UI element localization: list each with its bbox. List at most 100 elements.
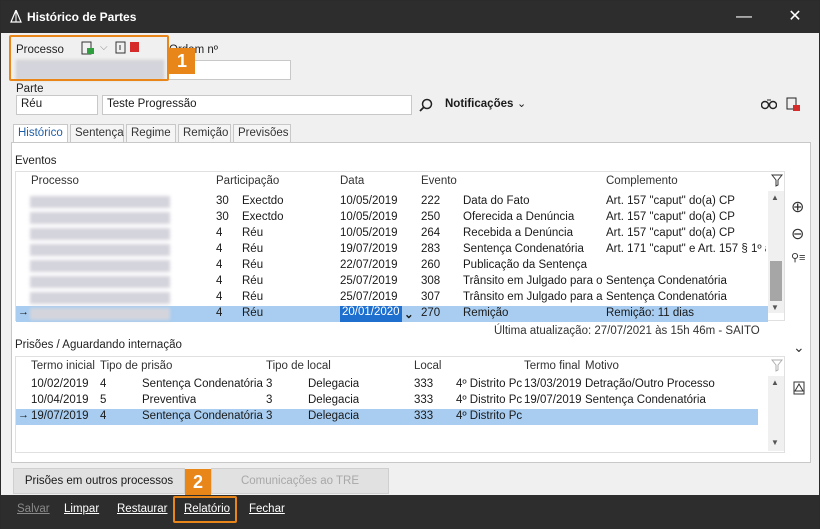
cell-ev-n: 264 — [421, 227, 441, 239]
processo-cell — [30, 276, 170, 288]
cell-tp-n: 4 — [100, 378, 107, 390]
cell-ev-n: 307 — [421, 291, 441, 303]
tab-historico[interactable]: Histórico — [13, 124, 68, 143]
cell-local: 4º Distrito Pc — [456, 410, 523, 422]
cell-ev-n: 250 — [421, 211, 441, 223]
cell-inicio: 19/07/2019 — [31, 410, 89, 422]
table-row[interactable]: 30 Exectdo 10/05/2019 250 Oferecida a Denúnc… — [16, 210, 768, 226]
cell-evento: Remição — [463, 307, 509, 319]
table-row[interactable]: 30 Exectdo 10/05/2019 222 Data do Fato Art. 1… — [16, 194, 768, 210]
cell-part-n: 4 — [216, 259, 223, 271]
window-title: Histórico de Partes — [27, 10, 137, 24]
cell-data: 22/07/2019 — [340, 259, 398, 271]
cell-ev-n: 260 — [421, 259, 441, 271]
close-button[interactable]: ✕ — [783, 7, 807, 27]
cell-tipo: Preventiva — [142, 394, 197, 406]
cell-comp: Art. 171 "caput" e Art. 157 § 1º an — [606, 243, 766, 255]
restaurar-button[interactable]: Restaurar — [117, 503, 168, 515]
eventos-label: Eventos — [15, 155, 57, 167]
cell-tlocal: Delegacia — [308, 410, 360, 422]
table-row[interactable]: 10/04/2019 5 Preventiva 3 Delegacia 333 4º Dis… — [16, 393, 758, 409]
cell-part-n: 4 — [216, 227, 223, 239]
cell-part-n: 4 — [216, 275, 223, 287]
table-row[interactable]: 4 Réu 22/07/2019 260 Publicação da Sentença — [16, 258, 768, 274]
minimize-button[interactable]: — — [732, 7, 756, 27]
cell-tlocal: Delegacia — [308, 394, 360, 406]
column-header[interactable]: Processo — [31, 175, 79, 187]
cell-evento: Oferecida a Denúncia — [463, 211, 575, 223]
cell-part: Exectdo — [242, 195, 284, 207]
eventos-scrollbar[interactable]: ▲ ▼ — [768, 191, 784, 313]
remove-icon[interactable]: ⊖ — [791, 224, 804, 244]
cell-data: 19/07/2019 — [340, 243, 398, 255]
fechar-button[interactable]: Fechar — [249, 503, 285, 515]
document-alert-icon[interactable] — [785, 96, 801, 112]
cell-evento: Data do Fato — [463, 195, 530, 207]
prisoes-label: Prisões / Aguardando internação — [15, 339, 182, 351]
cell-ev-n: 283 — [421, 243, 441, 255]
cell-fim: 19/07/2019 — [524, 394, 582, 406]
current-row-arrow-icon: → — [18, 409, 29, 421]
tab-remicao[interactable]: Remição — [178, 124, 231, 143]
action-bar: Salvar Limpar Restaurar Relatório Fechar — [1, 495, 819, 529]
prisoes-scrollbar[interactable]: ▲ ▼ — [768, 376, 784, 451]
filter-icon[interactable] — [771, 359, 783, 372]
parte-nome-input[interactable]: Teste Progressão — [102, 95, 412, 115]
table-row[interactable]: 10/02/2019 4 Sentença Condenatória 3 Delegac… — [16, 377, 758, 393]
handcuffs-icon[interactable] — [761, 97, 777, 111]
column-header[interactable]: Complemento — [606, 175, 678, 187]
scales-icon — [10, 10, 22, 23]
chevron-down-icon[interactable]: ⌄ — [404, 307, 414, 321]
column-header[interactable]: Participação — [216, 175, 279, 187]
comunicacoes-tre-button[interactable]: Comunicações ao TRE — [211, 468, 389, 494]
last-update-text: Última atualização: 27/07/2021 às 15h 46… — [494, 325, 760, 337]
cell-local: 4º Distrito Pc — [456, 394, 523, 406]
column-header[interactable]: Termo inicial — [31, 360, 95, 372]
parte-tipo-input[interactable]: Réu — [16, 95, 98, 115]
table-row[interactable]: 4 Réu 25/07/2019 308 Trânsito em Julgado par… — [16, 274, 768, 290]
cell-loc-n: 333 — [414, 378, 434, 390]
column-header[interactable]: Tipo de prisão — [100, 360, 172, 372]
cell-comp: Art. 157 "caput" do(a) CP — [606, 211, 735, 223]
tab-regime[interactable]: Regime — [126, 124, 176, 143]
filter-icon[interactable] — [771, 174, 783, 187]
column-header[interactable]: Local — [414, 360, 442, 372]
chevron-down-icon[interactable]: ⌄ — [517, 97, 526, 110]
cell-evento: Trânsito em Julgado para a — [463, 291, 603, 303]
table-row[interactable]: 4 Réu 10/05/2019 264 Recebida a Denúncia Art.… — [16, 226, 768, 242]
add-icon[interactable]: ⊕ — [791, 197, 804, 217]
step-badge-2: 2 — [185, 469, 211, 495]
highlight-box-1 — [9, 35, 169, 81]
double-chevron-down-icon[interactable]: ⌄ — [793, 339, 805, 356]
prisoes-grid: Termo inicial Tipo de prisão Tipo de loc… — [15, 356, 785, 453]
column-header[interactable]: Data — [340, 175, 364, 187]
column-header[interactable]: Motivo — [585, 360, 619, 372]
processo-cell — [30, 292, 170, 304]
table-row[interactable]: 4 Réu 25/07/2019 307 Trânsito em Julgado par… — [16, 290, 768, 306]
list-user-icon[interactable]: ⚲≡ — [791, 251, 805, 264]
cell-part-n: 30 — [216, 211, 229, 223]
processo-cell — [30, 196, 170, 208]
column-header[interactable]: Evento — [421, 175, 457, 187]
processo-cell — [30, 244, 170, 256]
cell-inicio: 10/04/2019 — [31, 394, 89, 406]
table-row[interactable]: 4 Réu 19/07/2019 283 Sentença Condenatória Ar… — [16, 242, 768, 258]
cell-part-n: 30 — [216, 195, 229, 207]
cell-part: Réu — [242, 243, 264, 255]
column-header[interactable]: Termo final — [524, 360, 580, 372]
cell-tipo: Sentença Condenatória — [142, 378, 263, 390]
column-header[interactable]: Tipo de local — [266, 360, 331, 372]
tab-previsoes[interactable]: Previsões — [233, 124, 291, 143]
salvar-button[interactable]: Salvar — [17, 503, 50, 515]
alert-document-icon[interactable] — [793, 379, 807, 395]
cell-data: 25/07/2019 — [340, 275, 398, 287]
prisoes-outros-button[interactable]: Prisões em outros processos — [13, 468, 185, 494]
cell-data[interactable]: 20/01/2020 — [340, 306, 402, 322]
table-row[interactable]: → 4 Réu 20/01/2020 270 Remição Remição: 11 dia… — [16, 306, 768, 322]
limpar-button[interactable]: Limpar — [64, 503, 99, 515]
tab-sentenca[interactable]: Sentença — [70, 124, 124, 143]
notificacoes-menu[interactable]: Notificações — [445, 98, 513, 110]
table-row[interactable]: → 19/07/2019 4 Sentença Condenatória 3 Delega… — [16, 409, 758, 425]
search-icon[interactable] — [419, 98, 433, 112]
cell-tp-n: 4 — [100, 410, 107, 422]
